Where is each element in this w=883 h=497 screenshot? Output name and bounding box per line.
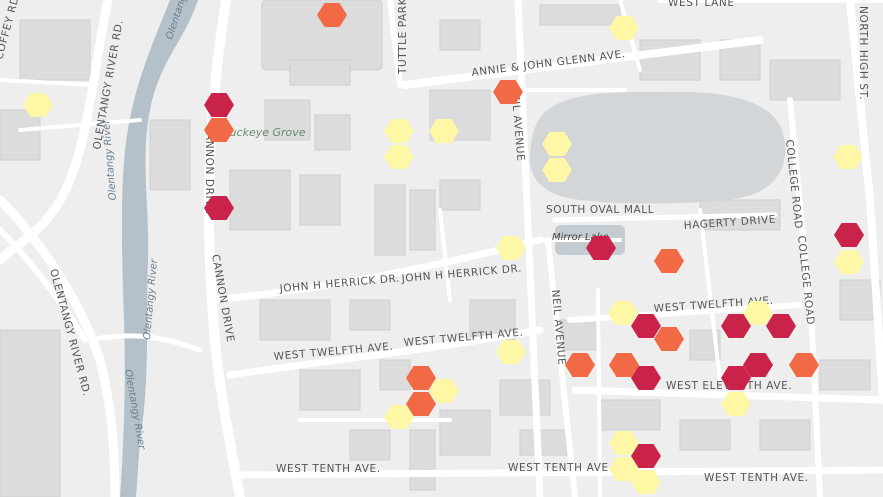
map-view[interactable]: TUTTLE PARK WEST LANE NORTH HIGH ST. OLE… [0, 0, 883, 497]
tenth-2-label: WEST TENTH AVE. [508, 462, 613, 474]
tenth-3-label: WEST TENTH AVE. [704, 472, 809, 484]
tenth-1-label: WEST TENTH AVE. [276, 463, 381, 475]
tuttle-park-label: TUTTLE PARK [397, 0, 409, 75]
south-oval-label: SOUTH OVAL MALL [546, 204, 654, 216]
west-lane-label: WEST LANE [668, 0, 735, 9]
map-canvas[interactable]: TUTTLE PARK WEST LANE NORTH HIGH ST. OLE… [0, 0, 883, 497]
buckeye-grove-label: Buckeye Grove [222, 126, 306, 139]
high-street-label: NORTH HIGH ST. [857, 6, 869, 100]
